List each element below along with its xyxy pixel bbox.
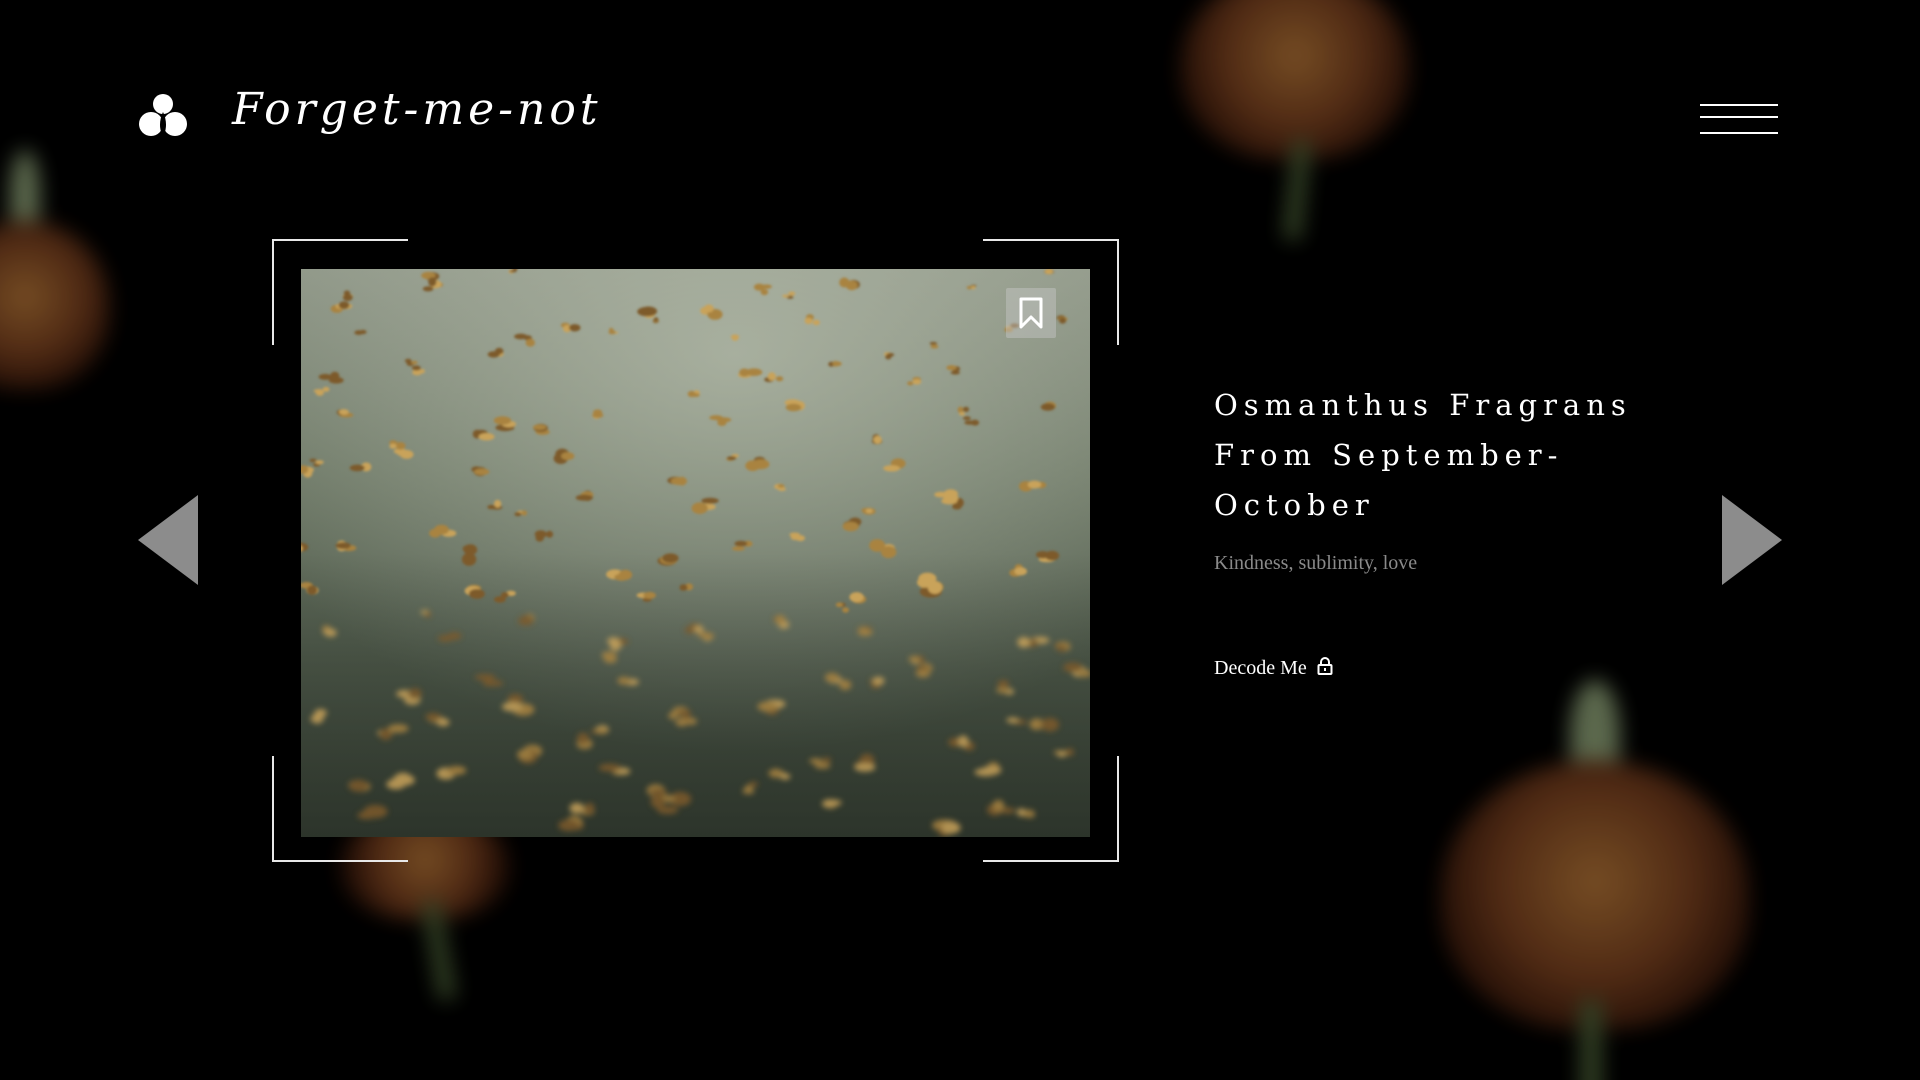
trefoil-drop-icon[interactable] — [138, 90, 188, 140]
triangle-left-icon[interactable] — [138, 495, 198, 585]
slide-title-line: Osmanthus Fragrans — [1214, 388, 1632, 422]
decode-me-label: Decode Me — [1214, 656, 1307, 679]
flower-photo — [301, 269, 1090, 837]
background-flower-left — [0, 130, 140, 430]
slide-title-line: From September- — [1214, 438, 1564, 472]
background-flower-top — [1170, 0, 1430, 270]
triangle-right-icon[interactable] — [1722, 495, 1782, 585]
hamburger-menu-icon[interactable] — [1700, 100, 1778, 140]
lock-icon — [1317, 657, 1333, 679]
decode-me-button[interactable]: Decode Me — [1214, 655, 1333, 681]
slide-subtitle: Kindness, sublimity, love — [1214, 552, 1418, 574]
slide-title-line: October — [1214, 488, 1375, 522]
brand-name[interactable]: Forget-me-not — [232, 84, 602, 135]
page: Forget-me-not Osmanthus Fragrans From Se… — [0, 0, 1920, 1080]
bookmark-icon[interactable] — [1006, 288, 1056, 338]
background-flower-bottom-right — [1420, 660, 1780, 1080]
